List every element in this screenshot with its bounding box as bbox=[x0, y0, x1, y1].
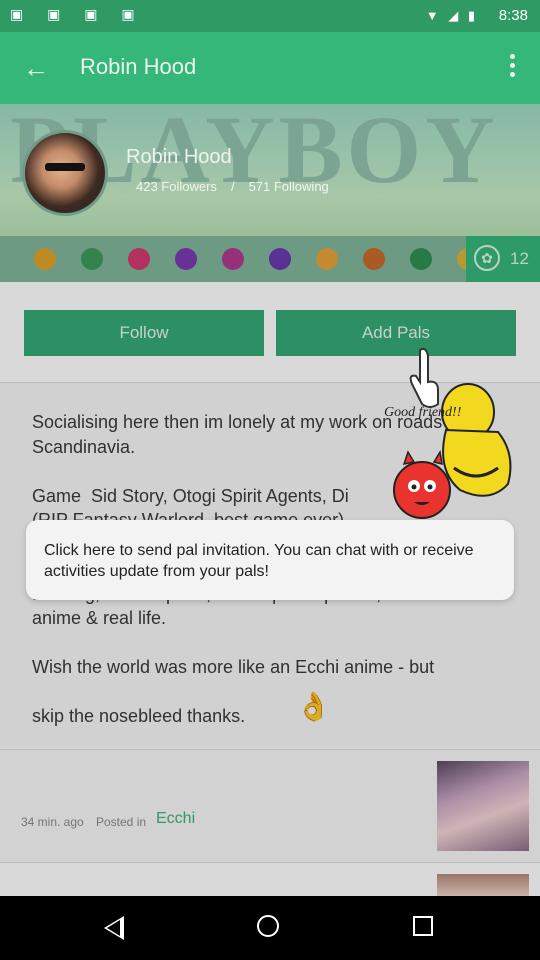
level-badge[interactable]: ✿ 12 bbox=[466, 236, 540, 282]
post-thumbnail[interactable] bbox=[437, 874, 529, 896]
nav-home-icon[interactable] bbox=[257, 915, 279, 937]
pointing-hand-icon bbox=[409, 347, 439, 408]
post-category-link[interactable]: Ecchi bbox=[156, 810, 195, 828]
status-bar: ▣ ▣ ▣ ▣ ▼ ◢ ▮ 8:38 bbox=[0, 0, 540, 32]
achievement-badge-icon[interactable] bbox=[316, 248, 338, 270]
system-nav-bar bbox=[0, 896, 540, 960]
pal-invitation-tooltip[interactable]: Click here to send pal invitation. You c… bbox=[26, 520, 514, 600]
achievement-badge-icon[interactable] bbox=[34, 248, 56, 270]
achievement-badge-icon[interactable] bbox=[175, 248, 197, 270]
system-icons: ▼ ◢ ▮ bbox=[425, 8, 478, 23]
followers-count[interactable]: 423 Followers bbox=[136, 179, 217, 194]
achievement-badge-icon[interactable] bbox=[222, 248, 244, 270]
notification-icons: ▣ ▣ ▣ ▣ bbox=[10, 6, 145, 22]
status-time: 8:38 bbox=[498, 7, 528, 24]
mascot-illustration: Good friend!! bbox=[384, 347, 512, 519]
mascot-caption: Good friend!! bbox=[384, 405, 462, 420]
back-arrow-icon[interactable]: ← bbox=[18, 54, 54, 82]
post-time: 34 min. ago bbox=[21, 815, 84, 829]
level-number: 12 bbox=[510, 249, 529, 268]
app-title: Robin Hood bbox=[80, 54, 197, 79]
more-options-icon[interactable] bbox=[502, 50, 522, 86]
profile-name: Robin Hood bbox=[126, 146, 232, 168]
nav-recents-icon[interactable] bbox=[413, 916, 433, 936]
ok-hand-icon: 👌 bbox=[296, 691, 331, 722]
stats-separator: / bbox=[230, 179, 235, 194]
following-count[interactable]: 571 Following bbox=[249, 179, 329, 194]
divider bbox=[0, 862, 540, 863]
profile-stats: 423 Followers / 571 Following bbox=[136, 179, 329, 194]
avatar[interactable] bbox=[22, 130, 108, 216]
level-icon: ✿ bbox=[474, 245, 500, 271]
nav-back-icon[interactable] bbox=[104, 916, 124, 940]
achievement-badge-icon[interactable] bbox=[410, 248, 432, 270]
posted-in-label: Posted in bbox=[96, 815, 147, 829]
tooltip-message: Click here to send pal invitation. You c… bbox=[44, 542, 474, 580]
badges-row bbox=[0, 236, 540, 282]
post-thumbnail[interactable] bbox=[437, 761, 529, 851]
achievement-badge-icon[interactable] bbox=[128, 248, 150, 270]
app-bar: ← Robin Hood bbox=[0, 32, 540, 104]
achievement-badge-icon[interactable] bbox=[269, 248, 291, 270]
achievement-badge-icon[interactable] bbox=[363, 248, 385, 270]
follow-button[interactable]: Follow bbox=[24, 310, 264, 356]
achievement-badge-icon[interactable] bbox=[81, 248, 103, 270]
